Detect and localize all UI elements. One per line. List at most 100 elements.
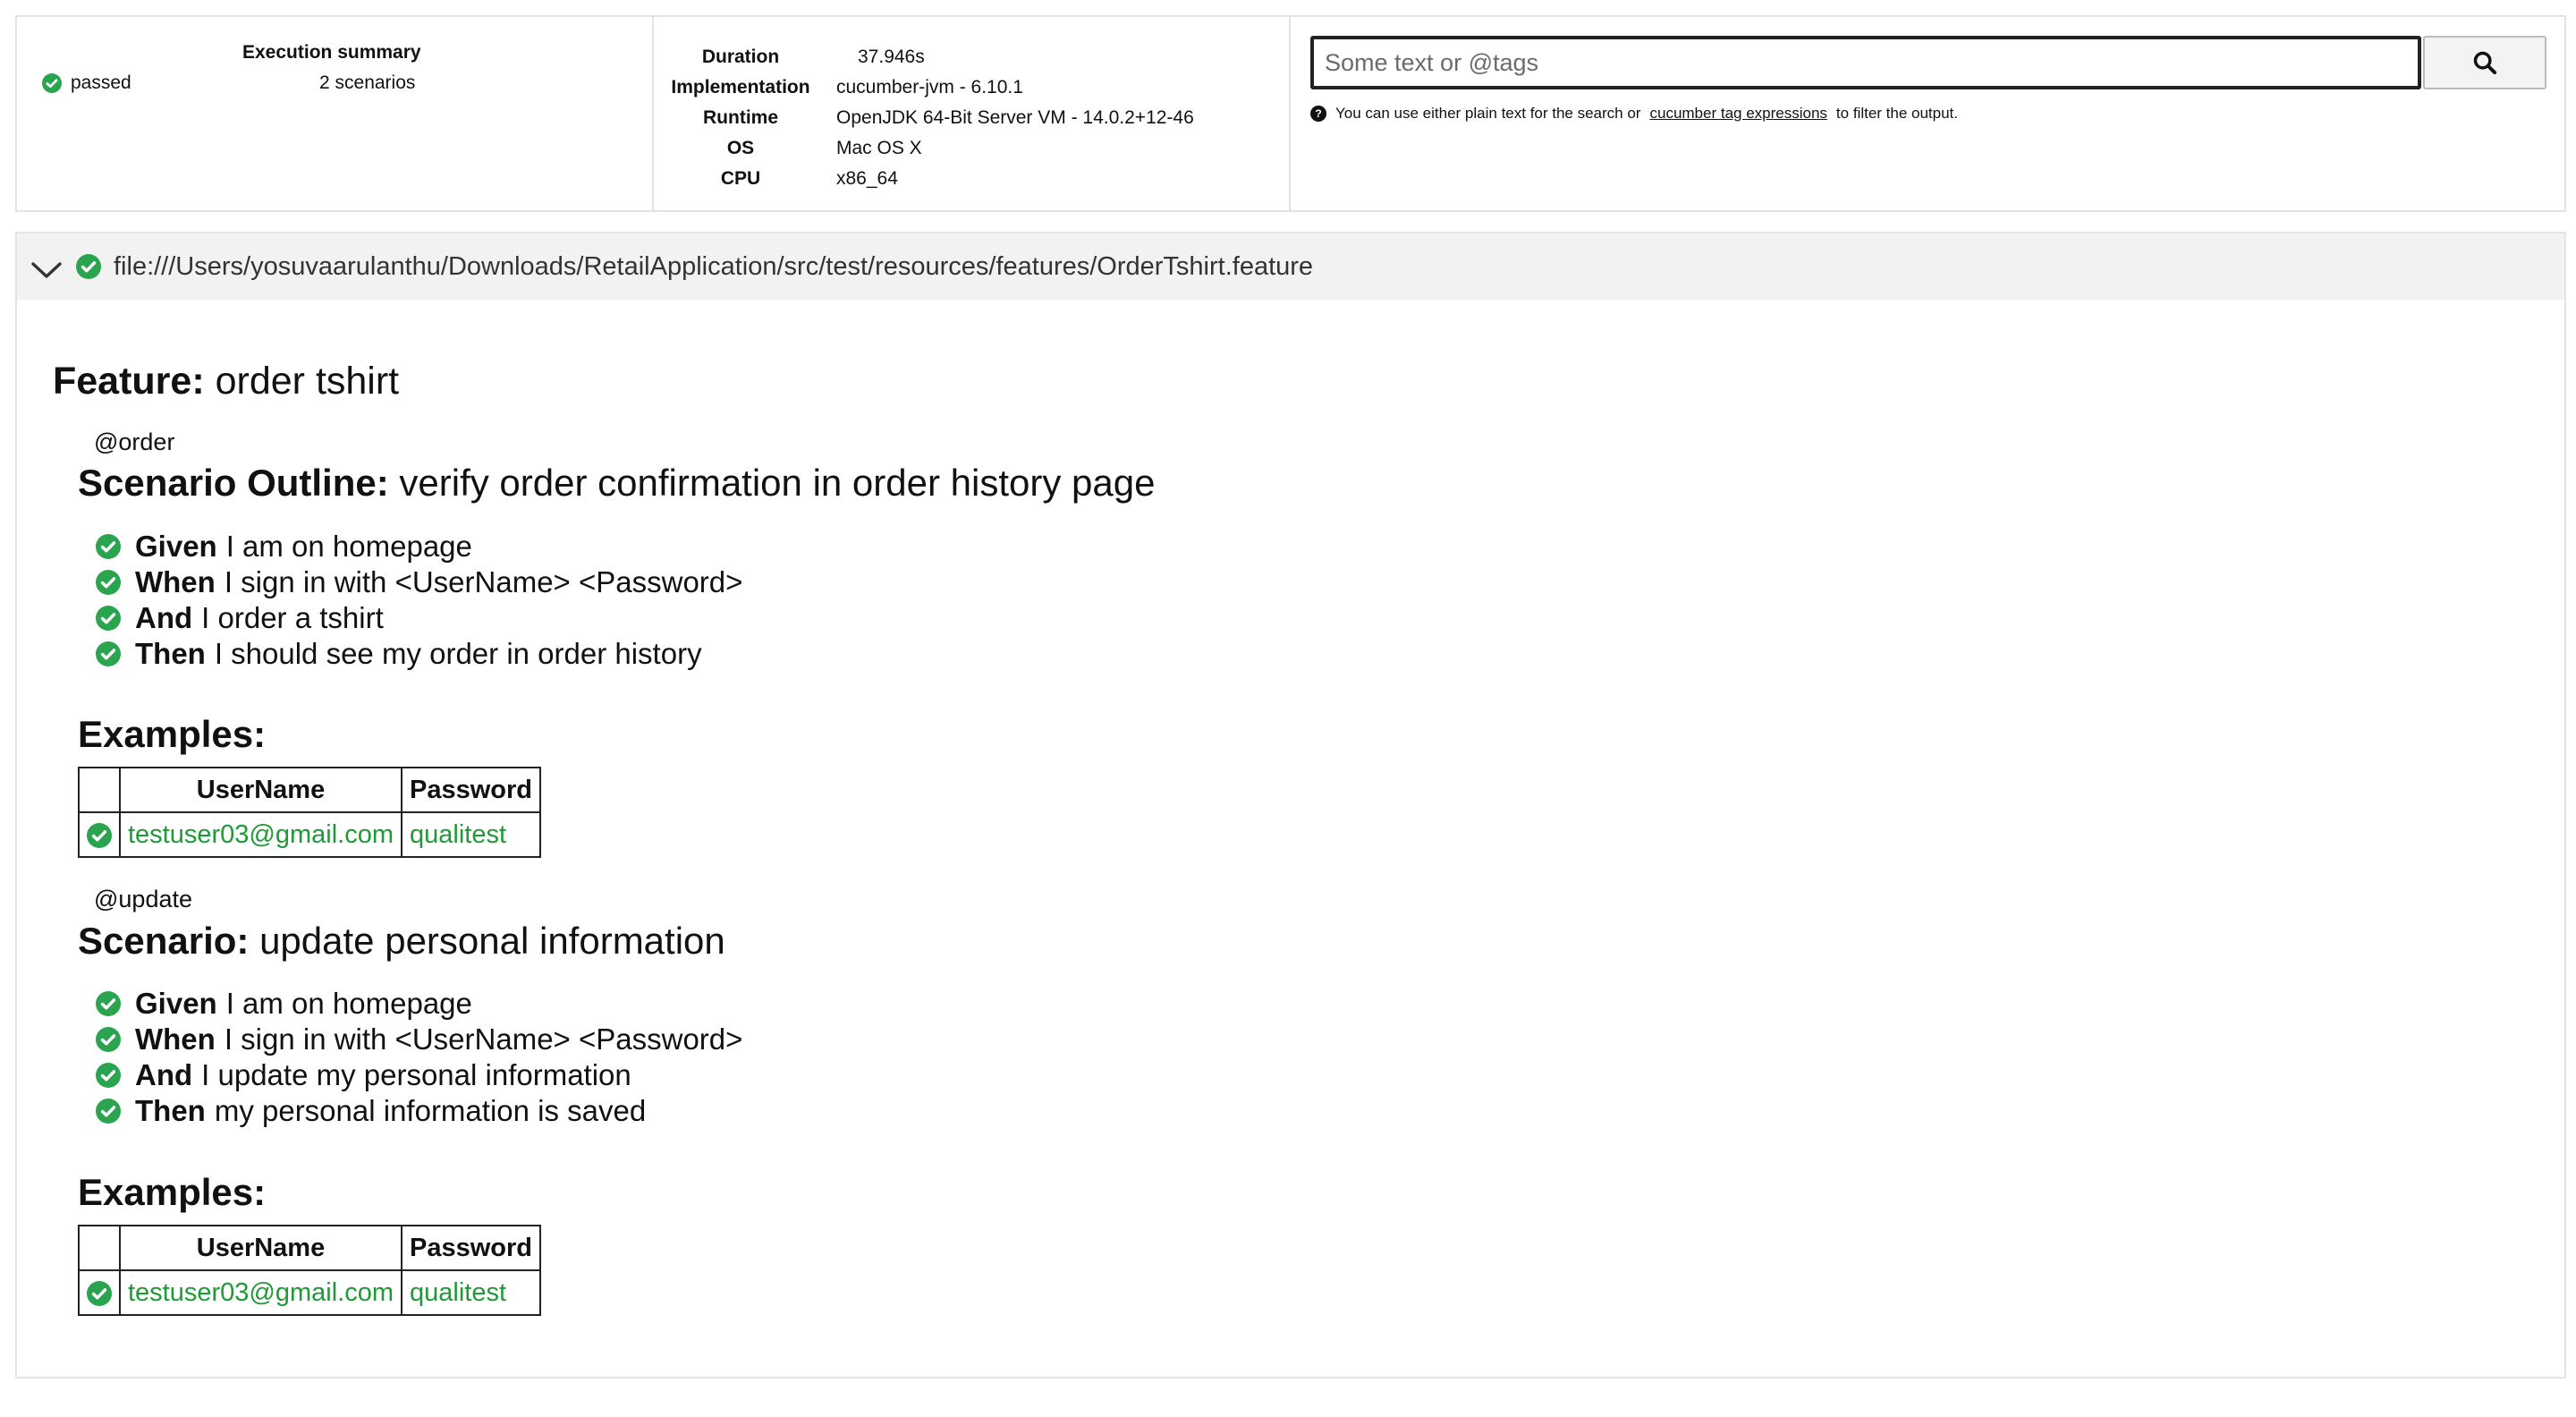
feature-uri: file:///Users/yosuvaarulanthu/Downloads/… (114, 251, 1314, 281)
meta-table: Duration 37.946s Implementation cucumber… (654, 42, 1194, 194)
examples-table: UserName Password testuser03@gmail.com q… (78, 767, 541, 858)
column-header: Password (401, 767, 541, 813)
check-circle-icon (96, 1027, 121, 1052)
step-text: I order a tshirt (201, 601, 384, 634)
table-cell: testuser03@gmail.com (119, 811, 402, 858)
step-text: I am on homepage (225, 987, 472, 1020)
step-keyword: Then (135, 637, 206, 670)
step: And I update my personal information (96, 1057, 742, 1093)
search-bar (1310, 36, 2546, 89)
check-circle-icon (96, 1063, 121, 1088)
help-suffix: to filter the output. (1835, 105, 1959, 122)
step-text: my personal information is saved (214, 1094, 647, 1127)
scenario-name: verify order confirmation in order histo… (399, 462, 1156, 504)
scenario-title: Scenario Outline: verify order confirmat… (78, 462, 1155, 505)
check-circle-icon (96, 570, 121, 595)
svg-text:?: ? (1315, 107, 1321, 120)
meta-row-duration: Duration 37.946s (654, 42, 1194, 72)
meta-row-runtime: Runtime OpenJDK 64-Bit Server VM - 14.0.… (654, 103, 1194, 133)
chevron-down-icon[interactable] (30, 259, 64, 282)
step-list: Given I am on homepage When I sign in wi… (96, 986, 742, 1129)
scenario-title: Scenario: update personal information (78, 920, 725, 963)
meta-key: OS (726, 138, 755, 158)
check-circle-icon (87, 1281, 112, 1306)
meta-key: CPU (720, 168, 761, 189)
step-keyword: Then (135, 1094, 206, 1127)
execution-summary: Execution summary passed 2 scenarios (17, 17, 654, 210)
table-cell: qualitest (401, 811, 541, 858)
scenario-keyword: Scenario: (78, 920, 250, 962)
feature-name: order tshirt (215, 360, 400, 403)
table-cell: qualitest (401, 1269, 541, 1316)
step-text: I sign in with <UserName> <Password> (224, 1022, 743, 1056)
search-panel: ? You can use either plain text for the … (1291, 17, 2564, 210)
step-keyword: Given (135, 530, 217, 563)
step-keyword: And (135, 1058, 193, 1091)
meta-value: cucumber-jvm - 6.10.1 (836, 77, 1023, 98)
check-circle-icon (96, 534, 121, 559)
step: Then I should see my order in order hist… (96, 636, 742, 672)
step-text: I update my personal information (201, 1058, 631, 1091)
report-header: Execution summary passed 2 scenarios Dur… (15, 15, 2566, 212)
step: When I sign in with <UserName> <Password… (96, 1022, 742, 1057)
scenario-name: update personal information (259, 920, 725, 962)
row-status (78, 1269, 121, 1316)
check-circle-icon (96, 641, 121, 666)
check-circle-icon (76, 254, 101, 279)
table-row: testuser03@gmail.com qualitest (78, 811, 541, 858)
meta-row-implementation: Implementation cucumber-jvm - 6.10.1 (654, 72, 1194, 103)
status-header (78, 1225, 121, 1271)
environment-info: Duration 37.946s Implementation cucumber… (654, 17, 1291, 210)
column-header: Password (401, 1225, 541, 1271)
step: When I sign in with <UserName> <Password… (96, 564, 742, 600)
meta-row-os: OS Mac OS X (654, 133, 1194, 164)
step-keyword: When (135, 1022, 216, 1056)
step: Given I am on homepage (96, 529, 742, 564)
meta-value: 37.946s (858, 47, 925, 67)
step: And I order a tshirt (96, 600, 742, 636)
feature-title: Feature: order tshirt (53, 360, 399, 403)
examples-heading: Examples: (78, 713, 267, 755)
status-label: passed (71, 72, 131, 93)
search-input[interactable] (1310, 36, 2421, 89)
feature-accordion-header[interactable]: file:///Users/yosuvaarulanthu/Downloads/… (17, 233, 2564, 300)
check-circle-icon (96, 606, 121, 631)
help-prefix: You can use either plain text for the se… (1335, 105, 1641, 122)
scenario-count: 2 scenarios (319, 72, 416, 93)
step-text: I am on homepage (225, 530, 472, 563)
meta-value: Mac OS X (836, 138, 922, 158)
summary-title: Execution summary (242, 42, 421, 63)
table-header-row: UserName Password (78, 767, 541, 813)
step-keyword: And (135, 601, 193, 634)
tag-expressions-link[interactable]: cucumber tag expressions (1649, 105, 1826, 123)
status-header (78, 767, 121, 813)
meta-key: Runtime (703, 107, 778, 128)
step-text: I sign in with <UserName> <Password> (224, 565, 743, 598)
table-header-row: UserName Password (78, 1225, 541, 1271)
scenario-tag: @update (94, 886, 192, 912)
column-header: UserName (119, 1225, 402, 1271)
step-keyword: Given (135, 987, 217, 1020)
step-text: I should see my order in order history (214, 637, 702, 670)
question-circle-icon: ? (1310, 106, 1326, 122)
summary-status: passed (42, 72, 131, 94)
check-circle-icon (96, 991, 121, 1016)
search-button[interactable] (2423, 36, 2546, 89)
row-status (78, 811, 121, 858)
scenario-tag: @order (94, 428, 175, 455)
step: Then my personal information is saved (96, 1093, 742, 1129)
search-help: ? You can use either plain text for the … (1310, 105, 1958, 123)
check-circle-icon (96, 1099, 121, 1124)
step-keyword: When (135, 565, 216, 598)
meta-key: Implementation (671, 77, 810, 98)
meta-value: OpenJDK 64-Bit Server VM - 14.0.2+12-46 (836, 107, 1194, 128)
examples-heading: Examples: (78, 1171, 267, 1213)
step: Given I am on homepage (96, 986, 742, 1022)
meta-key: Duration (701, 47, 780, 67)
table-cell: testuser03@gmail.com (119, 1269, 402, 1316)
feature-panel: file:///Users/yosuvaarulanthu/Downloads/… (15, 232, 2566, 1379)
step-list: Given I am on homepage When I sign in wi… (96, 529, 742, 672)
feature-keyword: Feature: (53, 360, 205, 403)
meta-row-cpu: CPU x86_64 (654, 164, 1194, 194)
table-row: testuser03@gmail.com qualitest (78, 1269, 541, 1316)
